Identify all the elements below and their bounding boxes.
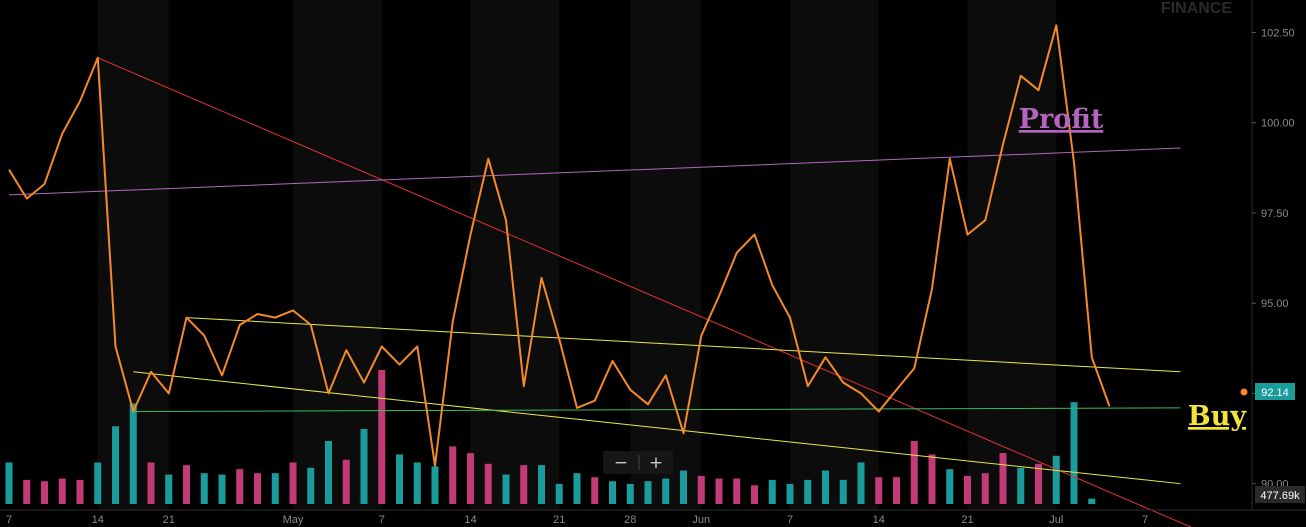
y-tick-label: 95.00 [1261, 298, 1289, 310]
volume-bar [254, 473, 261, 504]
volume-bar [697, 475, 705, 504]
x-axis: 7 14 21 May 7 14 21 28 Jun 7 14 21 Jul 7 [0, 509, 1306, 526]
volume-bar [910, 441, 918, 504]
volume-bar [342, 459, 350, 504]
volume-bar [396, 454, 403, 504]
volume-bar [76, 479, 84, 504]
x-tick-label: 28 [624, 514, 636, 526]
volume-bar [1070, 402, 1078, 504]
x-tick-label: 14 [464, 514, 476, 526]
last-price-marker: 92.14 [1240, 383, 1295, 400]
x-tick-label: Jun [692, 514, 710, 526]
volume-bar [200, 473, 208, 504]
volume-bar [999, 453, 1007, 504]
y-axis: 102.50100.0097.5095.0092.5090.00 [1251, 0, 1295, 510]
volume-bar [484, 463, 492, 504]
volume-bar [964, 475, 971, 504]
volume-bar [857, 462, 865, 504]
volume-bar [591, 477, 599, 504]
volume-bar [822, 470, 829, 504]
volume-bar [449, 446, 457, 504]
watermark: FINANCE [1161, 0, 1232, 17]
zoom-controls: − + [603, 451, 673, 474]
profit-annotation: Profit [1019, 104, 1104, 135]
volume-bar [378, 370, 386, 504]
x-tick-label: 14 [92, 514, 104, 526]
volume-bar [733, 478, 741, 504]
month-band [293, 0, 382, 510]
volume-bar [875, 477, 883, 504]
x-tick-label: 7 [379, 514, 385, 526]
volume-bar [5, 462, 13, 504]
volume-bar [1017, 467, 1025, 504]
volume-bar [839, 479, 847, 504]
x-tick-label: May [283, 514, 304, 526]
x-tick-label: Jul [1049, 514, 1063, 526]
volume-bar [644, 481, 652, 504]
x-tick-label: 7 [787, 514, 793, 526]
volume-readout: 477.69k [1255, 486, 1305, 503]
volume-bar [1052, 455, 1060, 504]
volume-bar [271, 473, 279, 504]
month-bands [97, 0, 1057, 510]
volume-bar [981, 473, 989, 504]
volume-bar [41, 481, 48, 504]
volume-bar [307, 467, 315, 504]
volume-bar [112, 426, 119, 504]
volume-bar [751, 485, 758, 504]
volume-bar [768, 479, 776, 504]
y-tick-label: 100.00 [1261, 118, 1295, 130]
month-band [790, 0, 879, 510]
volume-bar [431, 466, 439, 504]
volume-bar [715, 478, 723, 504]
last-price-label: 92.14 [1261, 387, 1289, 399]
y-tick-label: 102.50 [1261, 27, 1295, 39]
stock-chart: 102.50100.0097.5095.0092.5090.00 71421Ma… [0, 0, 1306, 527]
buy-annotation: Buy [1188, 401, 1247, 432]
volume-bar [360, 428, 368, 504]
volume-bar [94, 462, 102, 504]
y-tick-label: 97.50 [1261, 208, 1289, 220]
x-tick-label: 7 [1142, 514, 1148, 526]
volume-bar [58, 478, 66, 504]
volume-bar [662, 478, 670, 504]
volume-bar [129, 403, 137, 504]
volume-bar [804, 479, 812, 504]
volume-bar [786, 483, 794, 504]
volume-bar [218, 474, 226, 504]
volume-bar [165, 474, 173, 504]
last-price-dot [1240, 388, 1248, 396]
volume-bar [147, 462, 155, 504]
volume-bar [555, 483, 563, 504]
volume-bar [893, 477, 900, 504]
volume-bar [289, 462, 297, 504]
x-tick-label: 7 [6, 514, 12, 526]
volume-bar [680, 470, 687, 504]
volume-bar [325, 441, 332, 504]
volume-bar [1035, 463, 1042, 504]
volume-bar [502, 474, 510, 504]
zoom-out-button[interactable]: − [614, 453, 628, 473]
volume-bar [520, 465, 528, 504]
volume-bar [23, 479, 31, 504]
volume-bar [946, 469, 954, 504]
volume-bar [467, 453, 474, 504]
volume-bar [626, 483, 634, 504]
volume-bar [236, 469, 244, 504]
volume-bar [573, 473, 581, 504]
zoom-in-button[interactable]: + [649, 453, 663, 473]
x-tick-label: 14 [873, 514, 885, 526]
month-band [630, 0, 702, 510]
volume-bar [1088, 498, 1096, 504]
volume-bar [609, 481, 616, 504]
x-tick-label: 21 [961, 514, 973, 526]
volume-bar [413, 462, 421, 504]
volume-bar [183, 465, 190, 504]
x-tick-label: 21 [553, 514, 565, 526]
x-tick-label: 21 [163, 514, 175, 526]
month-band [470, 0, 560, 510]
volume-bar [538, 465, 545, 504]
volume-bar [928, 454, 936, 504]
volume-label: 477.69k [1260, 490, 1300, 502]
